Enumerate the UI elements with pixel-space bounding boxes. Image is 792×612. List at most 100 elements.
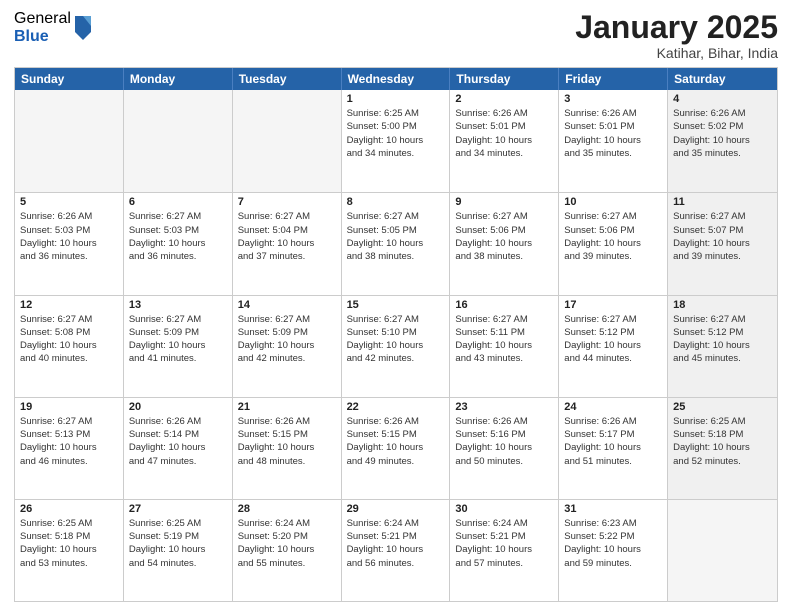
day-number: 10 bbox=[564, 196, 662, 208]
cell-line: Sunset: 5:19 PM bbox=[129, 530, 227, 543]
day-number: 11 bbox=[673, 196, 772, 208]
cell-line: Sunrise: 6:27 AM bbox=[455, 313, 553, 326]
cell-line: Daylight: 10 hours bbox=[238, 237, 336, 250]
day-number: 7 bbox=[238, 196, 336, 208]
header-wednesday: Wednesday bbox=[342, 68, 451, 90]
cell-line: and 51 minutes. bbox=[564, 455, 662, 468]
cell-5-1: 26Sunrise: 6:25 AMSunset: 5:18 PMDayligh… bbox=[15, 500, 124, 601]
cell-2-7: 11Sunrise: 6:27 AMSunset: 5:07 PMDayligh… bbox=[668, 193, 777, 294]
logo-blue: Blue bbox=[14, 28, 71, 46]
cell-4-5: 23Sunrise: 6:26 AMSunset: 5:16 PMDayligh… bbox=[450, 398, 559, 499]
cell-line: Sunrise: 6:24 AM bbox=[455, 517, 553, 530]
cell-line: Sunset: 5:21 PM bbox=[347, 530, 445, 543]
cell-3-1: 12Sunrise: 6:27 AMSunset: 5:08 PMDayligh… bbox=[15, 296, 124, 397]
cell-line: Sunset: 5:09 PM bbox=[238, 326, 336, 339]
cell-line: Sunset: 5:06 PM bbox=[564, 224, 662, 237]
cell-line: Daylight: 10 hours bbox=[129, 237, 227, 250]
cell-line: Sunset: 5:05 PM bbox=[347, 224, 445, 237]
cell-line: and 35 minutes. bbox=[673, 147, 772, 160]
week-5: 26Sunrise: 6:25 AMSunset: 5:18 PMDayligh… bbox=[15, 499, 777, 601]
cell-line: Sunrise: 6:27 AM bbox=[564, 313, 662, 326]
cell-line: Daylight: 10 hours bbox=[455, 339, 553, 352]
day-number: 28 bbox=[238, 503, 336, 515]
day-number: 16 bbox=[455, 299, 553, 311]
cell-5-3: 28Sunrise: 6:24 AMSunset: 5:20 PMDayligh… bbox=[233, 500, 342, 601]
cell-line: Sunrise: 6:27 AM bbox=[347, 313, 445, 326]
cell-2-4: 8Sunrise: 6:27 AMSunset: 5:05 PMDaylight… bbox=[342, 193, 451, 294]
cell-line: Sunrise: 6:27 AM bbox=[129, 210, 227, 223]
cell-line: Sunset: 5:15 PM bbox=[238, 428, 336, 441]
logo: General Blue bbox=[14, 10, 93, 45]
cell-line: and 37 minutes. bbox=[238, 250, 336, 263]
cell-line: Sunset: 5:03 PM bbox=[129, 224, 227, 237]
cell-line: and 42 minutes. bbox=[347, 352, 445, 365]
cell-line: and 46 minutes. bbox=[20, 455, 118, 468]
day-number: 9 bbox=[455, 196, 553, 208]
cell-line: and 48 minutes. bbox=[238, 455, 336, 468]
day-number: 24 bbox=[564, 401, 662, 413]
day-number: 27 bbox=[129, 503, 227, 515]
day-number: 8 bbox=[347, 196, 445, 208]
header-sunday: Sunday bbox=[15, 68, 124, 90]
cell-4-2: 20Sunrise: 6:26 AMSunset: 5:14 PMDayligh… bbox=[124, 398, 233, 499]
cell-line: Daylight: 10 hours bbox=[673, 339, 772, 352]
cell-line: Sunrise: 6:24 AM bbox=[238, 517, 336, 530]
cell-line: and 59 minutes. bbox=[564, 557, 662, 570]
cell-line: and 36 minutes. bbox=[129, 250, 227, 263]
cell-line: and 47 minutes. bbox=[129, 455, 227, 468]
cell-line: Daylight: 10 hours bbox=[673, 134, 772, 147]
cell-line: Sunrise: 6:26 AM bbox=[20, 210, 118, 223]
month-title: January 2025 bbox=[575, 10, 778, 45]
cell-line: and 41 minutes. bbox=[129, 352, 227, 365]
header-saturday: Saturday bbox=[668, 68, 777, 90]
cell-line: Daylight: 10 hours bbox=[347, 441, 445, 454]
cell-line: Sunset: 5:12 PM bbox=[564, 326, 662, 339]
cell-4-6: 24Sunrise: 6:26 AMSunset: 5:17 PMDayligh… bbox=[559, 398, 668, 499]
cell-1-1 bbox=[15, 90, 124, 192]
cell-line: Sunrise: 6:27 AM bbox=[20, 313, 118, 326]
day-number: 31 bbox=[564, 503, 662, 515]
cell-line: Sunset: 5:17 PM bbox=[564, 428, 662, 441]
cell-line: and 39 minutes. bbox=[673, 250, 772, 263]
cell-line: Daylight: 10 hours bbox=[455, 134, 553, 147]
header: General Blue January 2025 Katihar, Bihar… bbox=[14, 10, 778, 61]
day-number: 18 bbox=[673, 299, 772, 311]
cell-line: and 44 minutes. bbox=[564, 352, 662, 365]
day-number: 20 bbox=[129, 401, 227, 413]
header-tuesday: Tuesday bbox=[233, 68, 342, 90]
cell-line: Daylight: 10 hours bbox=[455, 441, 553, 454]
cell-line: Sunrise: 6:26 AM bbox=[455, 415, 553, 428]
cell-line: Daylight: 10 hours bbox=[347, 339, 445, 352]
cell-line: and 52 minutes. bbox=[673, 455, 772, 468]
cell-4-7: 25Sunrise: 6:25 AMSunset: 5:18 PMDayligh… bbox=[668, 398, 777, 499]
cell-line: and 35 minutes. bbox=[564, 147, 662, 160]
cell-line: and 55 minutes. bbox=[238, 557, 336, 570]
cell-line: Sunrise: 6:24 AM bbox=[347, 517, 445, 530]
cell-line: Sunrise: 6:26 AM bbox=[564, 415, 662, 428]
cell-line: Sunrise: 6:27 AM bbox=[347, 210, 445, 223]
calendar: Sunday Monday Tuesday Wednesday Thursday… bbox=[14, 67, 778, 602]
logo-general: General bbox=[14, 10, 71, 28]
cell-5-6: 31Sunrise: 6:23 AMSunset: 5:22 PMDayligh… bbox=[559, 500, 668, 601]
cell-line: Sunset: 5:00 PM bbox=[347, 120, 445, 133]
cell-line: Sunset: 5:16 PM bbox=[455, 428, 553, 441]
day-number: 25 bbox=[673, 401, 772, 413]
logo-text: General Blue bbox=[14, 10, 71, 45]
day-number: 19 bbox=[20, 401, 118, 413]
cell-line: Daylight: 10 hours bbox=[238, 339, 336, 352]
day-number: 12 bbox=[20, 299, 118, 311]
cell-line: Sunset: 5:07 PM bbox=[673, 224, 772, 237]
cell-line: Sunset: 5:03 PM bbox=[20, 224, 118, 237]
calendar-header: Sunday Monday Tuesday Wednesday Thursday… bbox=[15, 68, 777, 90]
cell-line: Sunrise: 6:26 AM bbox=[129, 415, 227, 428]
day-number: 2 bbox=[455, 93, 553, 105]
cell-line: Sunset: 5:09 PM bbox=[129, 326, 227, 339]
cell-line: Daylight: 10 hours bbox=[564, 339, 662, 352]
cell-line: Daylight: 10 hours bbox=[673, 237, 772, 250]
cell-line: Sunset: 5:22 PM bbox=[564, 530, 662, 543]
cell-line: Daylight: 10 hours bbox=[20, 441, 118, 454]
day-number: 29 bbox=[347, 503, 445, 515]
cell-line: and 49 minutes. bbox=[347, 455, 445, 468]
cell-line: Daylight: 10 hours bbox=[455, 237, 553, 250]
cell-line: Sunset: 5:13 PM bbox=[20, 428, 118, 441]
